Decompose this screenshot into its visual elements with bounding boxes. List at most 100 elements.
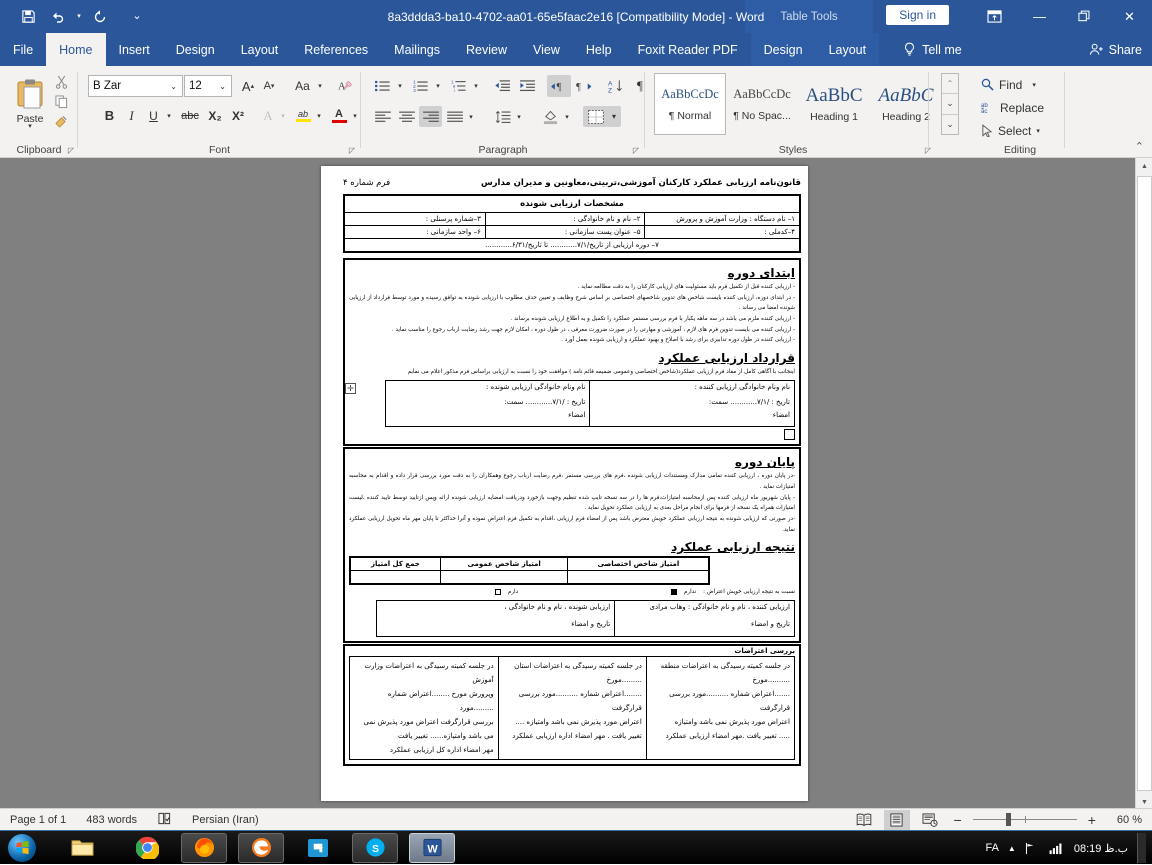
tab-mailings[interactable]: Mailings [381, 33, 453, 66]
scroll-up-arrow[interactable]: ▲ [1136, 158, 1152, 175]
bold-button[interactable]: B [99, 105, 120, 126]
text-effects-dropdown-icon[interactable]: ▾ [277, 105, 289, 126]
print-layout-button[interactable] [884, 810, 910, 830]
cell-org-name[interactable]: ۱– نام دستگاه : وزارت آموزش و پرورش [645, 213, 800, 226]
close-button[interactable]: ✕ [1107, 0, 1152, 33]
redo-icon[interactable] [86, 5, 114, 29]
result-evaluatee-cell[interactable]: ارزیابی شونده ، نام و نام خانوادگی ، تار… [376, 601, 614, 637]
zoom-slider-thumb[interactable] [1006, 813, 1011, 826]
language-indicator[interactable]: Persian (Iran) [182, 814, 269, 826]
cell-org-unit[interactable]: ۶– واحد سازمانی : [344, 226, 485, 239]
vertical-scrollbar[interactable]: ▲ ▼ [1135, 158, 1152, 811]
share-button[interactable]: Share [1089, 33, 1142, 66]
tab-review[interactable]: Review [453, 33, 520, 66]
file-explorer-icon[interactable] [59, 833, 105, 863]
tab-insert[interactable]: Insert [106, 33, 163, 66]
styles-scroll-up-icon[interactable]: ⌃ [942, 74, 958, 93]
shrink-font-button[interactable]: A▾ [259, 75, 279, 97]
contract-checkbox[interactable] [784, 429, 795, 440]
tab-layout[interactable]: Layout [228, 33, 292, 66]
score-table[interactable]: امتیاز شاخص اختصاصی امتیاز شاخص عمومی جم… [349, 556, 710, 585]
multilevel-list-dropdown-icon[interactable]: ▾ [470, 75, 482, 97]
evaluatee-info-table[interactable]: مشخصات ارزیابی شونده ۱– نام دستگاه : وزا… [343, 194, 801, 253]
sign-in-button[interactable]: Sign in [886, 5, 949, 25]
show-hidden-icons-arrow[interactable]: ▲ [1008, 844, 1016, 853]
page-indicator[interactable]: Page 1 of 1 [0, 814, 76, 826]
shading-button[interactable] [539, 106, 562, 127]
undo-dropdown-icon[interactable]: ▾ [74, 5, 84, 29]
left-to-right-text-button[interactable]: ¶ [572, 75, 596, 97]
tab-table-tools-design[interactable]: Design [751, 33, 816, 66]
cell-job-title[interactable]: ۵– عنوان پست سازمانی : [485, 226, 645, 239]
section-objections[interactable]: بررسی اعتراضات در جلسه کمیته رسیدگی به ا… [343, 644, 801, 766]
cell-national-id[interactable]: ۴–کدملی : [645, 226, 800, 239]
minimize-button[interactable]: — [1017, 0, 1062, 33]
multilevel-list-button[interactable]: 1ai [447, 75, 471, 97]
table-move-handle[interactable]: ✛ [345, 383, 356, 394]
contract-evaluator-cell[interactable]: نام ونام خانوادگی ارزیابی کننده : تاریخ … [590, 381, 795, 427]
highlight-dropdown-icon[interactable]: ▾ [313, 105, 325, 126]
zoom-in-button[interactable]: + [1084, 812, 1100, 828]
font-color-button[interactable]: A [328, 105, 350, 126]
underline-button[interactable]: U [143, 105, 164, 126]
bullets-button[interactable] [371, 75, 395, 97]
network-icon[interactable] [1025, 842, 1040, 855]
strikethrough-button[interactable]: abc [178, 105, 202, 126]
proofing-errors-icon[interactable] [147, 812, 182, 828]
collapse-ribbon-icon[interactable]: ⌃ [1135, 140, 1144, 153]
web-layout-button[interactable] [917, 810, 943, 830]
borders-button[interactable] [583, 106, 608, 127]
objection-cell-region[interactable]: در جلسه کمیته رسیدگی به اعتراضات منطقه .… [646, 657, 794, 760]
section-start-of-period[interactable]: ابتدای دوره - ارزیابی کننده قبل از تکمیل… [343, 258, 801, 446]
firefox-icon[interactable] [181, 833, 227, 863]
replace-button[interactable]: abac Replace [981, 98, 1044, 117]
line-spacing-dropdown-icon[interactable]: ▾ [513, 106, 525, 127]
style-item-heading-1[interactable]: AaBbC Heading 1 [798, 73, 870, 135]
result-evaluator-cell[interactable]: ارزیابی کننده ، نام و نام خانوادگی : وها… [615, 601, 795, 637]
tab-references[interactable]: References [291, 33, 381, 66]
document-page[interactable]: قانون‌نامه ارزیابی عملکرد کارکنان آموزشی… [321, 166, 808, 801]
document-canvas[interactable]: قانون‌نامه ارزیابی عملکرد کارکنان آموزشی… [0, 158, 1152, 811]
select-dropdown-icon[interactable]: ▾ [1036, 127, 1040, 135]
find-button[interactable]: Find ▾ [981, 75, 1036, 94]
result-signature-table[interactable]: ارزیابی کننده ، نام و نام خانوادگی : وها… [376, 600, 795, 637]
style-item-normal[interactable]: AaBbCcDc ¶ Normal [654, 73, 726, 135]
format-painter-button[interactable] [50, 112, 72, 131]
borders-dropdown-icon[interactable]: ▾ [607, 106, 621, 127]
grow-font-button[interactable]: A▴ [238, 75, 258, 97]
styles-more-icon[interactable]: ⌄ [942, 114, 958, 134]
right-to-left-text-button[interactable]: ¶ [547, 75, 571, 97]
italic-button[interactable]: I [121, 105, 142, 126]
ribbon-display-options-icon[interactable] [972, 0, 1017, 33]
align-left-button[interactable] [371, 106, 394, 127]
cut-button[interactable] [50, 72, 72, 91]
skype-icon[interactable]: S [352, 833, 398, 863]
tell-me-box[interactable]: Tell me [893, 33, 972, 66]
clock[interactable]: ب.ظ 08:19 [1074, 842, 1128, 855]
objections-table[interactable]: در جلسه کمیته رسیدگی به اعتراضات منطقه .… [349, 656, 795, 760]
numbering-dropdown-icon[interactable]: ▾ [432, 75, 444, 97]
find-dropdown-icon[interactable]: ▾ [1032, 81, 1036, 89]
zoom-slider[interactable] [973, 810, 1077, 830]
objection-yes-checkbox[interactable] [495, 589, 501, 595]
clipboard-dialog-launcher[interactable]: ◸ [68, 146, 74, 155]
shading-dropdown-icon[interactable]: ▾ [561, 106, 573, 127]
contract-signature-table[interactable]: نام ونام خانوادگی ارزیابی کننده : تاریخ … [385, 380, 795, 427]
tab-view[interactable]: View [520, 33, 573, 66]
tab-help[interactable]: Help [573, 33, 625, 66]
select-button[interactable]: Select ▾ [981, 121, 1040, 140]
objection-cell-ministry[interactable]: در جلسه کمیته رسیدگی به اعتراضات وزارت آ… [350, 657, 499, 760]
justify-dropdown-icon[interactable]: ▾ [465, 106, 477, 127]
score-value-total[interactable] [350, 571, 440, 584]
font-dialog-launcher[interactable]: ◸ [349, 146, 355, 155]
objection-cell-province[interactable]: در جلسه کمیته رسیدگی به اعتراضات استان .… [498, 657, 646, 760]
word-taskbar-icon[interactable]: W [409, 833, 455, 863]
restore-button[interactable] [1062, 0, 1107, 33]
cell-full-name[interactable]: ۲– نام و نام خانوادگی : [485, 213, 645, 226]
show-desktop-button[interactable] [1137, 833, 1146, 863]
cell-evaluation-period[interactable]: ۷– دوره ارزیابی از تاریخ/۷/۱............… [344, 239, 800, 253]
numbering-button[interactable]: 123 [409, 75, 433, 97]
paragraph-dialog-launcher[interactable]: ◸ [633, 146, 639, 155]
tab-file[interactable]: File [0, 33, 46, 66]
foxit-reader-icon[interactable] [295, 833, 341, 863]
